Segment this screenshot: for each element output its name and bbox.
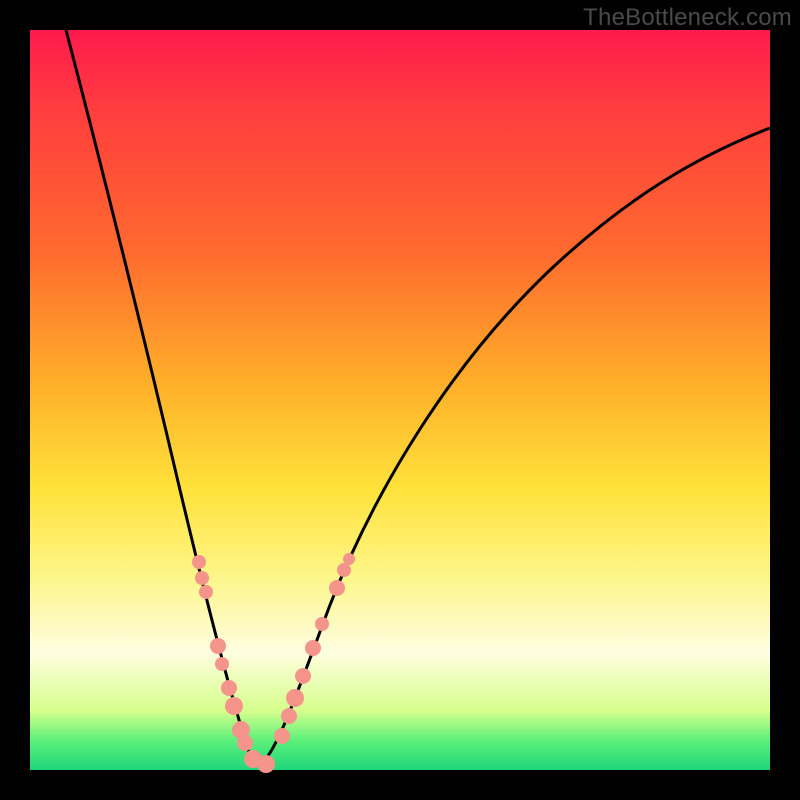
bead: [329, 580, 345, 596]
bead: [274, 728, 290, 744]
beads-group: [192, 553, 355, 773]
bead: [195, 571, 209, 585]
bead: [343, 553, 355, 565]
curve-left-branch: [66, 30, 261, 764]
bead: [295, 668, 311, 684]
bead: [210, 638, 226, 654]
bead: [286, 689, 304, 707]
watermark-text: TheBottleneck.com: [583, 4, 792, 32]
bead: [215, 657, 229, 671]
bead: [221, 680, 237, 696]
chart-frame: TheBottleneck.com: [0, 0, 800, 800]
curve-right-branch: [261, 128, 770, 764]
bead: [281, 708, 297, 724]
bead: [257, 755, 275, 773]
bead: [305, 640, 321, 656]
bead: [237, 735, 253, 751]
bead: [315, 617, 329, 631]
bead: [225, 697, 243, 715]
plot-area: [30, 30, 770, 770]
bead: [192, 555, 206, 569]
bead: [199, 585, 213, 599]
bottleneck-curve: [30, 30, 770, 770]
bead: [337, 563, 351, 577]
